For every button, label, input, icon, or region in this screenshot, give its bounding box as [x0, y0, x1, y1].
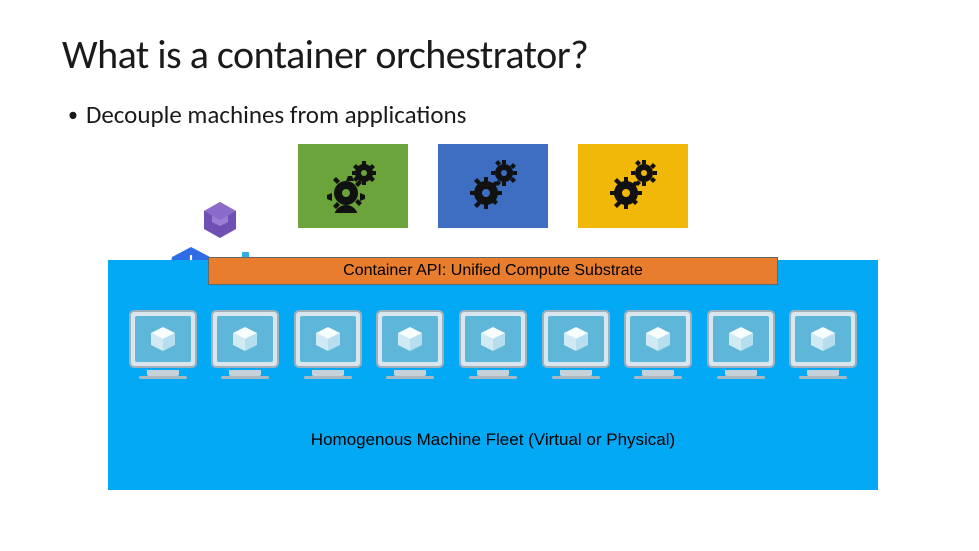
machine-icon	[292, 310, 364, 379]
monitor-base	[386, 376, 434, 379]
cube-icon	[726, 324, 756, 354]
monitor-icon	[211, 310, 279, 368]
machine-icon	[209, 310, 281, 379]
bullet-point: • Decouple machines from applications	[68, 99, 924, 130]
monitor-icon	[376, 310, 444, 368]
monitor-icon	[294, 310, 362, 368]
monitor-icon	[459, 310, 527, 368]
cube-icon	[230, 324, 260, 354]
cube-icon	[643, 324, 673, 354]
machine-icon	[374, 310, 446, 379]
machine-icon	[705, 310, 777, 379]
gears-icon	[466, 159, 520, 213]
gears-icon	[606, 159, 660, 213]
monitor-icon	[624, 310, 692, 368]
app-box-blue	[438, 144, 548, 228]
monitor-base	[799, 376, 847, 379]
machine-icon	[622, 310, 694, 379]
diagram: Container API: Unified Compute Substrate…	[62, 144, 924, 514]
application-row	[298, 144, 688, 228]
cube-icon	[478, 324, 508, 354]
container-api-bar: Container API: Unified Compute Substrate	[208, 257, 778, 285]
machine-fleet-row	[108, 310, 878, 379]
cube-icon	[561, 324, 591, 354]
gears-icon	[326, 159, 380, 213]
api-bar-label: Container API: Unified Compute Substrate	[343, 262, 643, 279]
machine-icon	[127, 310, 199, 379]
machine-icon	[457, 310, 529, 379]
monitor-base	[469, 376, 517, 379]
bullet-text: Decouple machines from applications	[86, 99, 466, 130]
monitor-icon	[129, 310, 197, 368]
monitor-icon	[707, 310, 775, 368]
cube-icon	[808, 324, 838, 354]
cube-icon	[313, 324, 343, 354]
monitor-base	[304, 376, 352, 379]
fleet-label: Homogenous Machine Fleet (Virtual or Phy…	[108, 430, 878, 450]
slide-title: What is a container orchestrator?	[62, 30, 924, 79]
monitor-icon	[789, 310, 857, 368]
machine-icon	[787, 310, 859, 379]
app-box-amber	[578, 144, 688, 228]
machine-icon	[540, 310, 612, 379]
monitor-base	[221, 376, 269, 379]
monitor-base	[634, 376, 682, 379]
monitor-base	[552, 376, 600, 379]
monitor-icon	[542, 310, 610, 368]
compute-substrate: Container API: Unified Compute Substrate…	[108, 260, 878, 490]
monitor-base	[139, 376, 187, 379]
cube-icon	[148, 324, 178, 354]
cube-icon	[395, 324, 425, 354]
monitor-base	[717, 376, 765, 379]
bullet-dot-icon: •	[68, 105, 78, 125]
nomos-icon	[196, 200, 244, 248]
app-box-green	[298, 144, 408, 228]
